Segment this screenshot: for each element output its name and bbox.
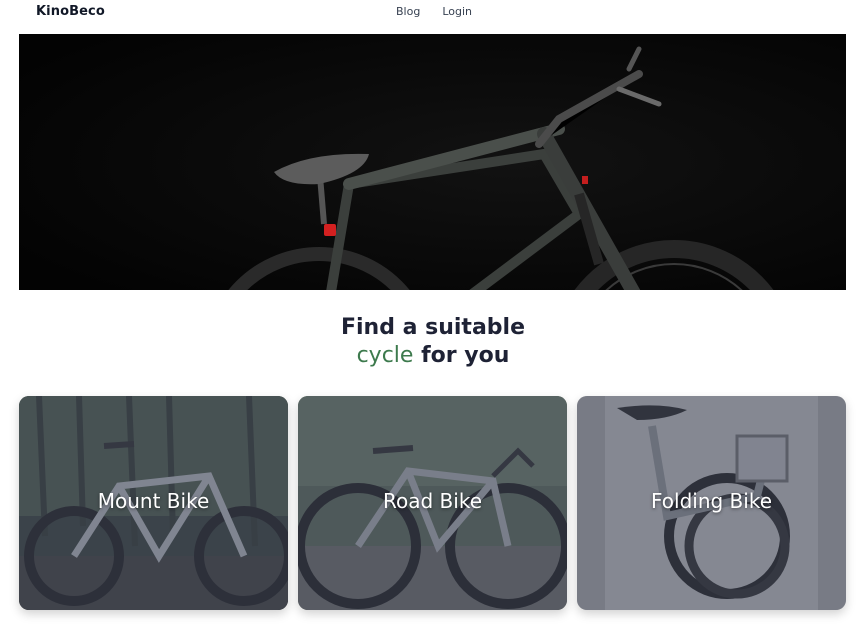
card-label: Folding Bike <box>650 489 772 513</box>
brand-logo[interactable]: KinoBeco <box>36 4 105 19</box>
heading-line-2-rest: for you <box>413 343 510 368</box>
hero-banner-image <box>19 34 846 290</box>
category-card-mount-bike[interactable]: Mount Bike <box>19 396 288 610</box>
nav-link-blog[interactable]: Blog <box>396 5 420 18</box>
section-heading: Find a suitable cycle for you <box>0 314 866 370</box>
heading-accent-word: cycle <box>356 343 414 368</box>
top-navbar: KinoBeco Blog Login <box>0 0 866 24</box>
hero-bike-illustration <box>19 34 846 290</box>
card-label: Mount Bike <box>97 489 210 513</box>
category-card-folding-bike[interactable]: Folding Bike <box>577 396 846 610</box>
nav-link-login[interactable]: Login <box>442 5 472 18</box>
card-label: Road Bike <box>383 489 482 513</box>
category-cards: Mount Bike Road Bike Folding Bike <box>19 396 846 610</box>
heading-line-1: Find a suitable <box>340 315 525 340</box>
nav-links: Blog Login <box>396 5 472 18</box>
category-card-road-bike[interactable]: Road Bike <box>298 396 567 610</box>
